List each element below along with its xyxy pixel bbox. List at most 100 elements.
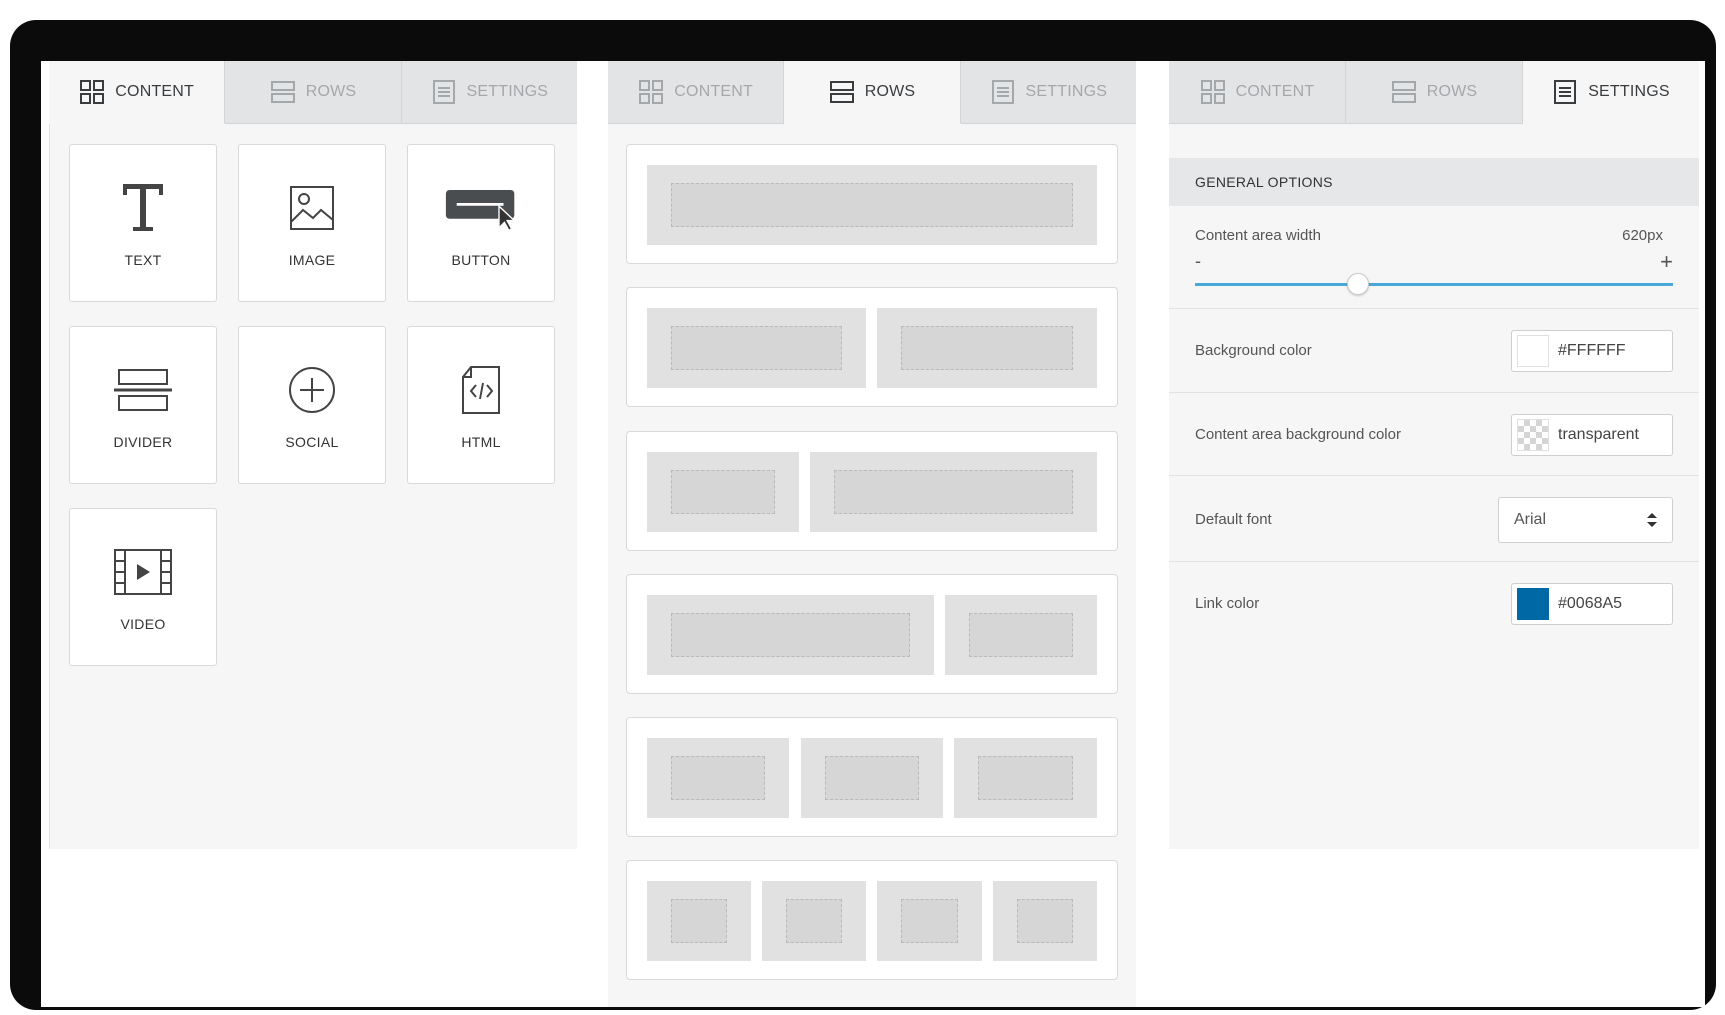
tab-content[interactable]: CONTENT xyxy=(1169,61,1346,124)
row-column xyxy=(647,452,799,532)
image-icon xyxy=(290,186,334,230)
rows-icon xyxy=(270,81,295,103)
tab-content-label: CONTENT xyxy=(674,83,754,100)
setting-label: Background color xyxy=(1195,342,1312,359)
background-color-field[interactable]: #FFFFFF xyxy=(1511,330,1673,372)
setting-label: Content area width xyxy=(1195,227,1321,244)
block-label: SOCIAL xyxy=(285,434,339,450)
setting-link-color: Link color #0068A5 xyxy=(1169,563,1699,646)
row-column xyxy=(945,595,1097,675)
row-column xyxy=(762,881,866,961)
block-social[interactable]: SOCIAL xyxy=(238,326,386,484)
block-label: TEXT xyxy=(124,252,162,268)
block-label: HTML xyxy=(461,434,501,450)
row-column xyxy=(647,308,866,388)
tab-bar: CONTENT ROWS SETTINGS xyxy=(1169,61,1699,124)
row-column xyxy=(647,738,789,818)
button-icon xyxy=(445,190,517,232)
setting-label: Link color xyxy=(1195,595,1260,612)
tab-rows-label: ROWS xyxy=(864,83,916,100)
setting-background-color: Background color #FFFFFF xyxy=(1169,310,1699,393)
default-font-value: Arial xyxy=(1514,511,1547,528)
row-layout-1-2[interactable] xyxy=(626,431,1118,551)
setting-default-font: Default font Arial xyxy=(1169,477,1699,562)
grid-icon xyxy=(80,80,105,104)
block-html[interactable]: HTML xyxy=(407,326,555,484)
content-panel: CONTENT ROWS SETTINGS TEXT IMAGE BUTTON xyxy=(49,61,577,1007)
row-column xyxy=(993,881,1097,961)
tab-content-label: CONTENT xyxy=(115,83,195,100)
block-button[interactable]: BUTTON xyxy=(407,144,555,302)
link-color-field[interactable]: #0068A5 xyxy=(1511,583,1673,625)
link-color-value: #0068A5 xyxy=(1558,595,1623,612)
tab-rows[interactable]: ROWS xyxy=(784,61,961,124)
row-layout-2-1[interactable] xyxy=(626,574,1118,694)
transparent-swatch-icon xyxy=(1517,419,1549,451)
decrease-width-button[interactable]: - xyxy=(1195,251,1201,272)
increase-width-button[interactable]: + xyxy=(1660,249,1673,275)
select-arrows-icon xyxy=(1647,513,1657,527)
block-label: DIVIDER xyxy=(113,434,173,450)
background-color-value: #FFFFFF xyxy=(1558,342,1626,359)
rows-icon xyxy=(829,81,854,103)
rows-panel: CONTENT ROWS SETTINGS xyxy=(608,61,1136,1007)
settings-doc-icon xyxy=(991,80,1014,104)
tab-content[interactable]: CONTENT xyxy=(49,61,226,124)
row-layout-1-col[interactable] xyxy=(626,144,1118,264)
device-frame: CONTENT ROWS SETTINGS TEXT IMAGE BUTTON xyxy=(10,20,1716,1010)
content-bg-color-value: transparent xyxy=(1558,426,1639,443)
block-label: BUTTON xyxy=(451,252,511,268)
row-column xyxy=(801,738,943,818)
color-swatch xyxy=(1517,588,1549,620)
tab-rows-label: ROWS xyxy=(305,83,357,100)
tab-rows[interactable]: ROWS xyxy=(225,61,402,124)
block-label: VIDEO xyxy=(120,616,166,632)
settings-doc-icon xyxy=(432,80,455,104)
setting-content-bg-color: Content area background color transparen… xyxy=(1169,394,1699,476)
settings-panel: CONTENT ROWS SETTINGS GENERAL OPTIONS Co… xyxy=(1169,61,1699,1007)
row-column xyxy=(647,595,934,675)
row-layout-2-col[interactable] xyxy=(626,287,1118,407)
row-column xyxy=(877,881,982,961)
tab-settings-label: SETTINGS xyxy=(1025,83,1108,100)
rows-icon xyxy=(1391,81,1416,103)
row-column xyxy=(877,308,1097,388)
screen: CONTENT ROWS SETTINGS TEXT IMAGE BUTTON xyxy=(41,61,1705,1007)
tab-rows[interactable]: ROWS xyxy=(1346,61,1523,124)
block-divider[interactable]: DIVIDER xyxy=(69,326,217,484)
html-icon xyxy=(462,366,500,414)
tab-content[interactable]: CONTENT xyxy=(608,61,785,124)
row-layout-3-col[interactable] xyxy=(626,717,1118,837)
row-column xyxy=(647,165,1097,245)
content-bg-color-field[interactable]: transparent xyxy=(1511,414,1673,456)
text-icon xyxy=(123,184,163,231)
row-column xyxy=(810,452,1097,532)
row-column xyxy=(954,738,1097,818)
tab-settings-label: SETTINGS xyxy=(466,83,549,100)
tab-settings[interactable]: SETTINGS xyxy=(1523,61,1699,124)
content-width-value: 620px xyxy=(1622,227,1663,244)
row-layout-4-col[interactable] xyxy=(626,860,1118,980)
divider-icon xyxy=(114,369,172,411)
grid-icon xyxy=(639,80,664,104)
row-column xyxy=(647,881,751,961)
default-font-select[interactable]: Arial xyxy=(1498,497,1673,543)
setting-label: Content area background color xyxy=(1195,426,1401,443)
tab-settings[interactable]: SETTINGS xyxy=(960,61,1136,124)
block-label: IMAGE xyxy=(288,252,336,268)
tab-bar: CONTENT ROWS SETTINGS xyxy=(49,61,577,124)
tab-settings[interactable]: SETTINGS xyxy=(401,61,577,124)
color-swatch xyxy=(1517,335,1549,367)
tab-content-label: CONTENT xyxy=(1235,83,1315,100)
block-text[interactable]: TEXT xyxy=(69,144,217,302)
block-video[interactable]: VIDEO xyxy=(69,508,217,666)
video-icon xyxy=(114,549,172,595)
tab-bar: CONTENT ROWS SETTINGS xyxy=(608,61,1136,124)
width-slider-track[interactable] xyxy=(1195,273,1673,295)
setting-label: Default font xyxy=(1195,511,1272,528)
social-icon xyxy=(289,367,335,413)
tab-rows-label: ROWS xyxy=(1426,83,1478,100)
section-title: GENERAL OPTIONS xyxy=(1169,158,1699,206)
block-image[interactable]: IMAGE xyxy=(238,144,386,302)
width-slider-handle[interactable] xyxy=(1346,273,1369,295)
